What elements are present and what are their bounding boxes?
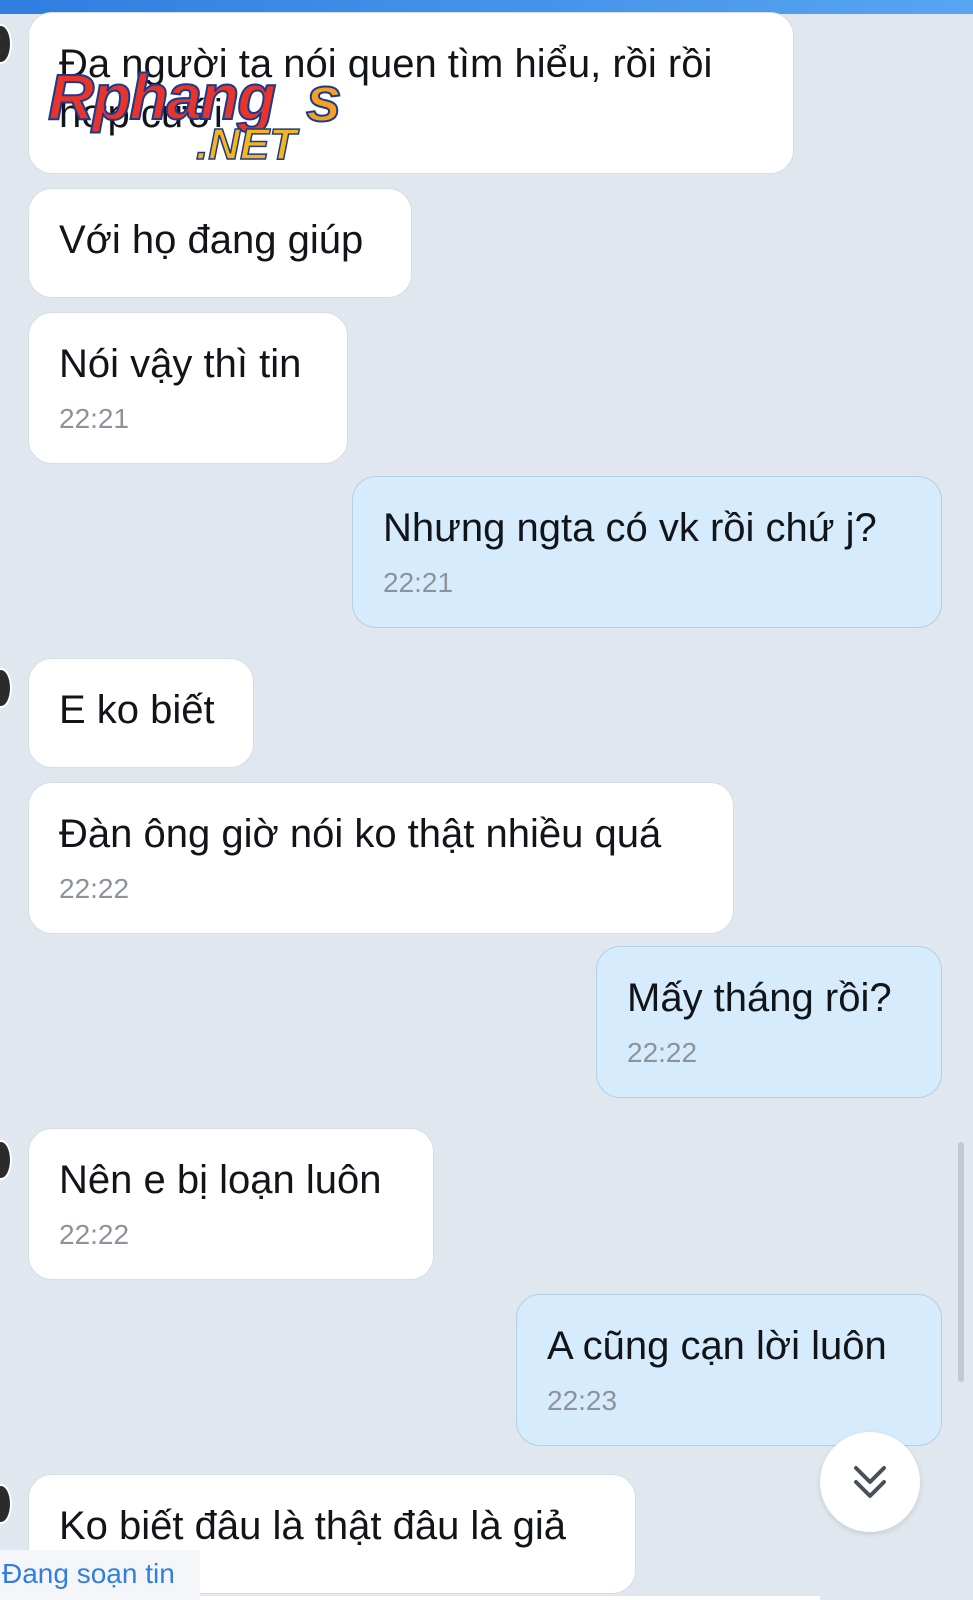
scrollbar[interactable]: [958, 1142, 964, 1382]
avatar[interactable]: [0, 1140, 12, 1180]
watermark-text: s: [305, 62, 343, 136]
scroll-to-bottom-button[interactable]: [820, 1432, 920, 1532]
message-bubble-incoming[interactable]: Nên e bị loạn luôn 22:22: [28, 1128, 434, 1280]
composer-edge: [200, 1596, 820, 1600]
message-bubble-incoming[interactable]: E ko biết: [28, 658, 254, 768]
message-time: 22:21: [383, 567, 454, 598]
watermark-text: .NET: [195, 119, 297, 170]
message-time: 22:21: [59, 403, 130, 434]
message-text: A cũng cạn lời luôn: [547, 1324, 887, 1368]
typing-indicator: Đang soạn tin: [0, 1550, 200, 1600]
avatar[interactable]: [0, 1484, 12, 1524]
message-bubble-outgoing[interactable]: Nhưng ngta có vk rồi chứ j? 22:21: [352, 476, 942, 628]
typing-status-text: Đang soạn tin: [2, 1558, 175, 1589]
message-text: Ko biết đâu là thật đâu là giả: [59, 1504, 567, 1548]
message-text: Với họ đang giúp: [59, 218, 364, 262]
message-bubble-incoming[interactable]: Đàn ông giờ nói ko thật nhiều quá 22:22: [28, 782, 734, 934]
message-text: Nên e bị loạn luôn: [59, 1158, 382, 1202]
message-time: 22:22: [59, 1219, 130, 1250]
message-bubble-incoming[interactable]: Với họ đang giúp: [28, 188, 412, 298]
message-bubble-incoming[interactable]: Nói vậy thì tin 22:21: [28, 312, 348, 464]
message-text: Đàn ông giờ nói ko thật nhiều quá: [59, 812, 662, 856]
message-text: Nhưng ngta có vk rồi chứ j?: [383, 506, 877, 550]
avatar[interactable]: [0, 668, 12, 708]
avatar[interactable]: [0, 24, 12, 64]
double-chevron-down-icon: [854, 1466, 886, 1498]
message-time: 22:22: [59, 873, 130, 904]
message-time: 22:22: [627, 1037, 698, 1068]
message-bubble-outgoing[interactable]: Mấy tháng rồi? 22:22: [596, 946, 942, 1098]
message-text: E ko biết: [59, 688, 215, 732]
message-text: Nói vậy thì tin: [59, 342, 302, 386]
watermark-logo: Rphang s .NET: [47, 60, 348, 170]
message-bubble-outgoing[interactable]: A cũng cạn lời luôn 22:23: [516, 1294, 942, 1446]
message-text: Mấy tháng rồi?: [627, 976, 892, 1020]
message-time: 22:23: [547, 1385, 618, 1416]
